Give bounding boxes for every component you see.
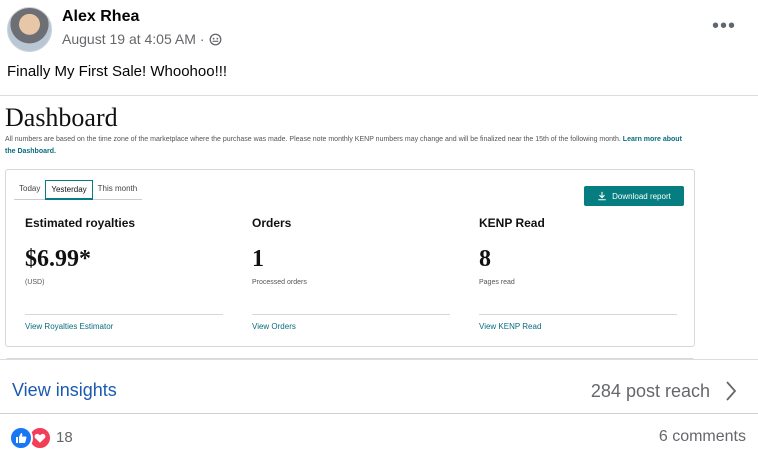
public-globe-icon[interactable] [209,33,222,46]
metric-sub: Pages read [479,279,515,286]
date-tabs: Today Yesterday This month [14,180,143,200]
metric-value: 8 [479,246,491,272]
comments-count[interactable]: 6 comments [659,428,746,446]
divider [252,314,450,315]
divider [25,314,223,315]
dashboard-note: All numbers are based on the time zone o… [5,134,690,158]
chevron-right-icon[interactable] [724,380,738,402]
dashboard-note-text: All numbers are based on the time zone o… [5,136,621,143]
view-insights-link[interactable]: View insights [12,380,117,401]
more-options-icon[interactable]: ••• [712,16,736,36]
metric-link: View Royalties Estimator [25,322,114,331]
reactions-row: 18 6 comments [0,418,758,456]
secondary-card [5,358,695,359]
metric-orders: Orders 1 Processed orders View Orders [252,216,452,331]
metric-label: Estimated royalties [25,216,136,230]
metric-link: View Orders [252,322,296,331]
insights-row: View insights 284 post reach [0,366,758,414]
like-icon [9,426,33,450]
download-label: Download report [612,191,671,201]
author-name[interactable]: Alex Rhea [62,8,139,26]
post-text: Finally My First Sale! Whoohoo!!! [7,63,228,80]
post-image[interactable]: Dashboard All numbers are based on the t… [0,95,758,360]
tab-yesterday: Yesterday [45,180,93,200]
metric-sub: (USD) [25,279,45,286]
metric-value: $6.99* [25,246,91,272]
metric-royalties: Estimated royalties $6.99* (USD) View Ro… [25,216,225,331]
author-avatar[interactable] [7,7,52,52]
metric-sub: Processed orders [252,279,307,286]
divider [479,314,677,315]
metric-link: View KENP Read [479,322,542,331]
metric-value: 1 [252,246,264,272]
post-timestamp[interactable]: August 19 at 4:05 AM [62,31,196,47]
post-header: Alex Rhea August 19 at 4:05 AM · ••• [0,0,758,60]
post-reach[interactable]: 284 post reach [591,381,710,402]
download-icon [598,191,606,201]
metric-kenp: KENP Read 8 Pages read View KENP Read [479,216,679,331]
metric-label: Orders [252,216,292,230]
metrics-card: Today Yesterday This month Download repo… [5,169,695,347]
reaction-icons[interactable] [9,426,52,450]
metric-label: KENP Read [479,216,545,230]
tab-this-month: This month [92,180,143,200]
reaction-count[interactable]: 18 [56,429,73,446]
meta-separator: · [199,31,205,47]
dashboard-title: Dashboard [5,103,118,132]
post-meta: August 19 at 4:05 AM · [62,31,222,47]
tab-today: Today [14,180,46,200]
download-report-button: Download report [584,186,684,206]
